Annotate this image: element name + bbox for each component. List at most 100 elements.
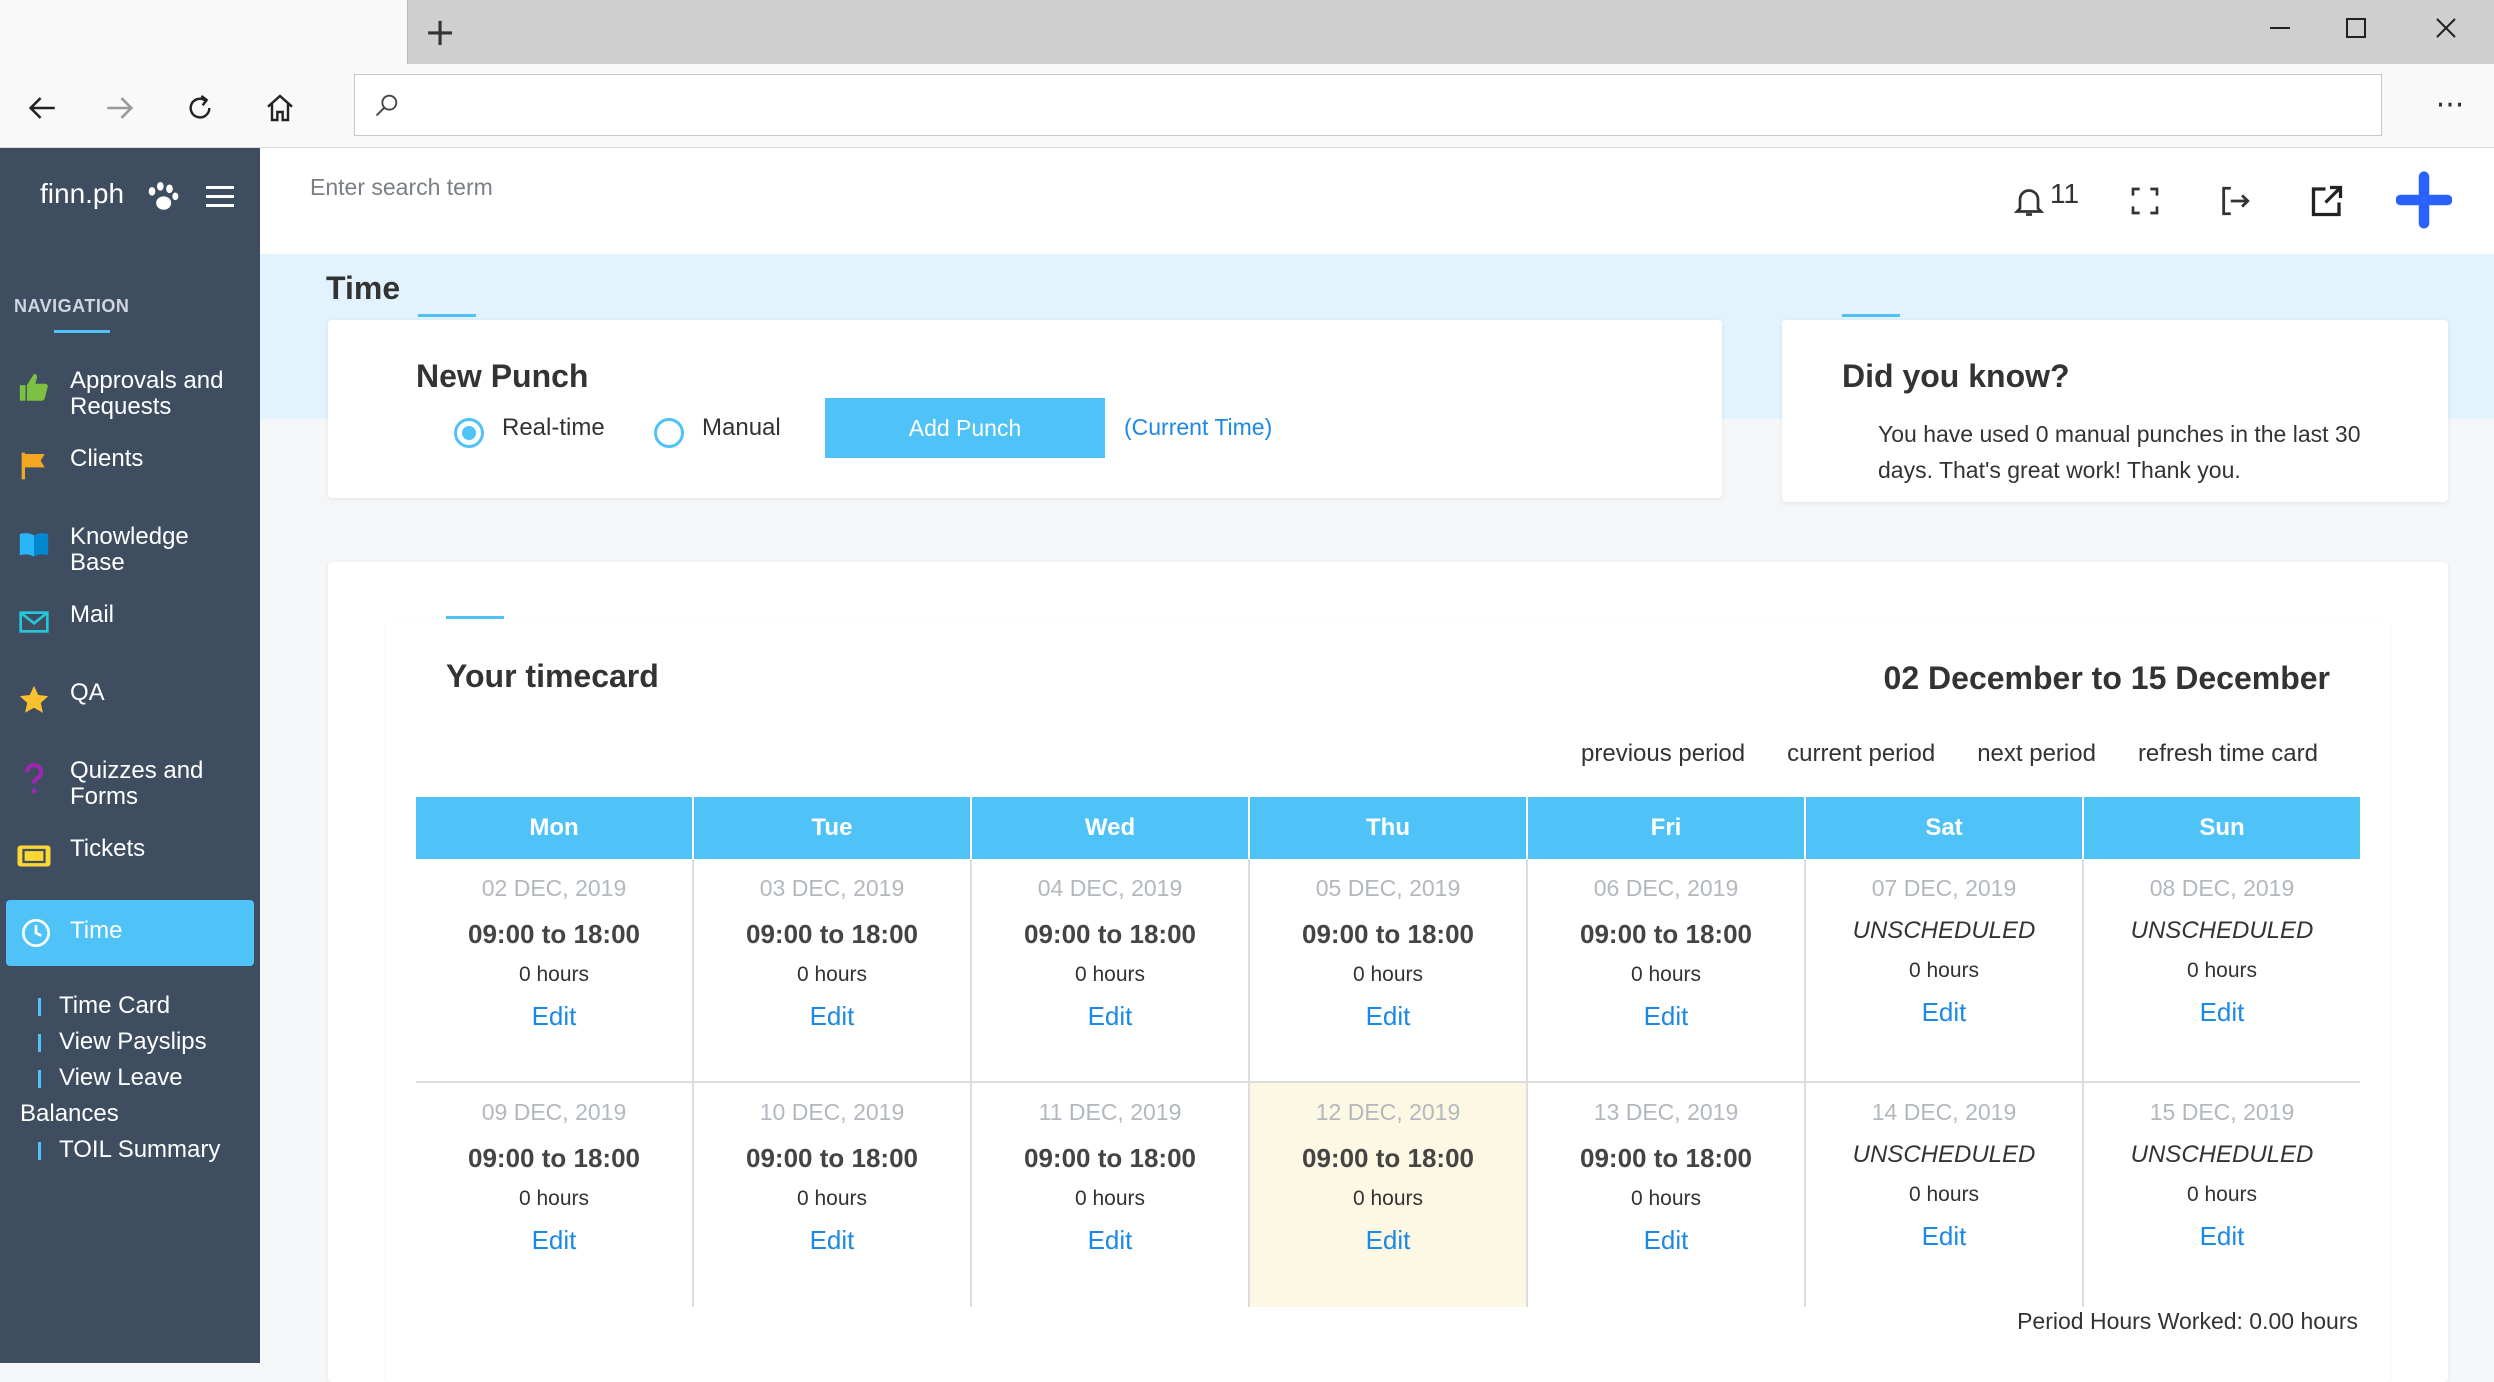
day-cell: 06 DEC, 2019 09:00 to 18:00 0 hours Edit [1528,859,1806,1081]
edit-day-link[interactable]: Edit [1250,1225,1526,1256]
day-shift: 09:00 to 18:00 [1302,919,1474,949]
sidebar-item-approvals[interactable]: Approvals and Requests [0,368,260,428]
radio-real-time[interactable] [454,418,484,448]
day-shift: 09:00 to 18:00 [1024,1143,1196,1173]
notification-count: 11 [2050,178,2080,209]
subnav-toil-summary[interactable]: TOIL Summary [20,1132,248,1168]
notifications-button[interactable] [2006,178,2052,224]
day-cell: 14 DEC, 2019 UNSCHEDULED 0 hours Edit [1806,1083,2084,1307]
browser-toolbar: ··· [0,64,2494,148]
edit-day-link[interactable]: Edit [416,1225,692,1256]
book-icon [16,526,52,562]
browser-menu-button[interactable]: ··· [2422,78,2478,134]
edit-day-link[interactable]: Edit [1528,1225,1804,1256]
sidebar: finn.ph NAVIGATION Approvals and Request… [0,148,260,1363]
paw-icon [148,182,179,210]
edit-day-link[interactable]: Edit [1806,997,2082,1028]
forward-button[interactable] [96,84,144,132]
day-hours: 0 hours [2186,959,2258,982]
plus-icon [2396,171,2452,229]
sidebar-item-knowledge-base[interactable]: Knowledge Base [0,524,260,584]
edit-day-link[interactable]: Edit [1250,1001,1526,1032]
new-tab-button[interactable]: + [420,12,460,52]
edit-day-link[interactable]: Edit [972,1225,1248,1256]
brand-logo[interactable]: finn.ph [40,178,124,210]
day-cell: 05 DEC, 2019 09:00 to 18:00 0 hours Edit [1250,859,1528,1081]
day-date: 06 DEC, 2019 [1593,875,1739,901]
browser-tab[interactable] [0,0,408,64]
sidebar-item-tickets[interactable]: Tickets [0,836,260,876]
external-link-button[interactable] [2304,178,2350,224]
edit-day-link[interactable]: Edit [2084,1221,2360,1252]
add-punch-button[interactable]: Add Punch [825,398,1105,458]
current-period-link[interactable]: current period [1787,740,1935,768]
edit-day-link[interactable]: Edit [694,1225,970,1256]
radio-manual-label: Manual [702,414,781,441]
day-shift: UNSCHEDULED [2130,1141,2314,1168]
edit-day-link[interactable]: Edit [694,1001,970,1032]
close-button[interactable] [2416,10,2476,54]
refresh-time-card-link[interactable]: refresh time card [2138,740,2318,768]
day-cell: 03 DEC, 2019 09:00 to 18:00 0 hours Edit [694,859,972,1081]
thumbs-up-icon [16,370,52,406]
next-period-link[interactable]: next period [1977,740,2096,768]
arrow-left-icon [28,97,55,119]
timecard-header-row: Mon Tue Wed Thu Fri Sat Sun [416,797,2360,859]
sidebar-item-qa[interactable]: QA [0,680,260,720]
fullscreen-button[interactable] [2122,178,2168,224]
current-time-link[interactable]: (Current Time) [1124,414,1272,441]
subnav-time-card[interactable]: Time Card [38,988,248,1024]
radio-manual[interactable] [654,418,684,448]
title-underline [418,314,476,317]
home-icon [267,94,293,122]
edit-day-link[interactable]: Edit [2084,997,2360,1028]
sidebar-item-clients[interactable]: Clients [0,446,260,486]
flag-icon [16,448,52,484]
day-shift: UNSCHEDULED [2130,917,2314,944]
add-button[interactable] [2396,171,2452,229]
search-input[interactable] [310,174,810,201]
edit-day-link[interactable]: Edit [972,1001,1248,1032]
edit-day-link[interactable]: Edit [1528,1001,1804,1032]
timecard-week-row: 02 DEC, 2019 09:00 to 18:00 0 hours Edit 03 … [416,859,2360,1083]
day-hours: 0 hours [518,963,590,986]
day-cell: 09 DEC, 2019 09:00 to 18:00 0 hours Edit [416,1083,694,1307]
edit-day-link[interactable]: Edit [416,1001,692,1032]
day-hours: 0 hours [2186,1183,2258,1206]
day-date: 08 DEC, 2019 [2149,875,2295,901]
day-shift: UNSCHEDULED [1852,917,2036,944]
ticket-icon [16,838,52,874]
day-date: 03 DEC, 2019 [759,875,905,901]
day-date: 04 DEC, 2019 [1037,875,1183,901]
subnav-view-payslips[interactable]: View Payslips [20,1024,248,1060]
day-header: Tue [694,797,972,859]
menu-toggle-button[interactable] [206,186,234,213]
day-header: Sat [1806,797,2084,859]
day-shift: 09:00 to 18:00 [468,919,640,949]
timecard-title: Your timecard [446,658,659,694]
sidebar-item-time[interactable]: Time [6,900,254,966]
address-bar[interactable] [354,74,2382,136]
timecard-grid: Mon Tue Wed Thu Fri Sat Sun 02 DEC, 2019… [416,797,2360,1307]
logout-button[interactable] [2212,178,2258,224]
previous-period-link[interactable]: previous period [1581,740,1745,768]
refresh-button[interactable] [176,84,224,132]
question-icon [16,760,52,796]
back-button[interactable] [18,84,66,132]
subnav-view-leave-balances[interactable]: View Leave Balances [20,1060,248,1132]
maximize-button[interactable] [2326,10,2386,54]
day-shift: UNSCHEDULED [1852,1141,2036,1168]
day-hours: 0 hours [518,1187,590,1210]
minimize-button[interactable] [2250,10,2310,54]
timecard-period-range: 02 December to 15 December [1883,660,2330,696]
day-hours: 0 hours [1352,963,1424,986]
day-date: 02 DEC, 2019 [481,875,627,901]
day-hours: 0 hours [1630,1187,1702,1210]
nav-heading-underline [54,330,110,333]
home-button[interactable] [256,84,304,132]
sidebar-item-mail[interactable]: Mail [0,602,260,642]
day-shift: 09:00 to 18:00 [468,1143,640,1173]
sidebar-item-quizzes[interactable]: Quizzes and Forms [0,758,260,818]
day-date: 07 DEC, 2019 [1871,875,2017,901]
edit-day-link[interactable]: Edit [1806,1221,2082,1252]
